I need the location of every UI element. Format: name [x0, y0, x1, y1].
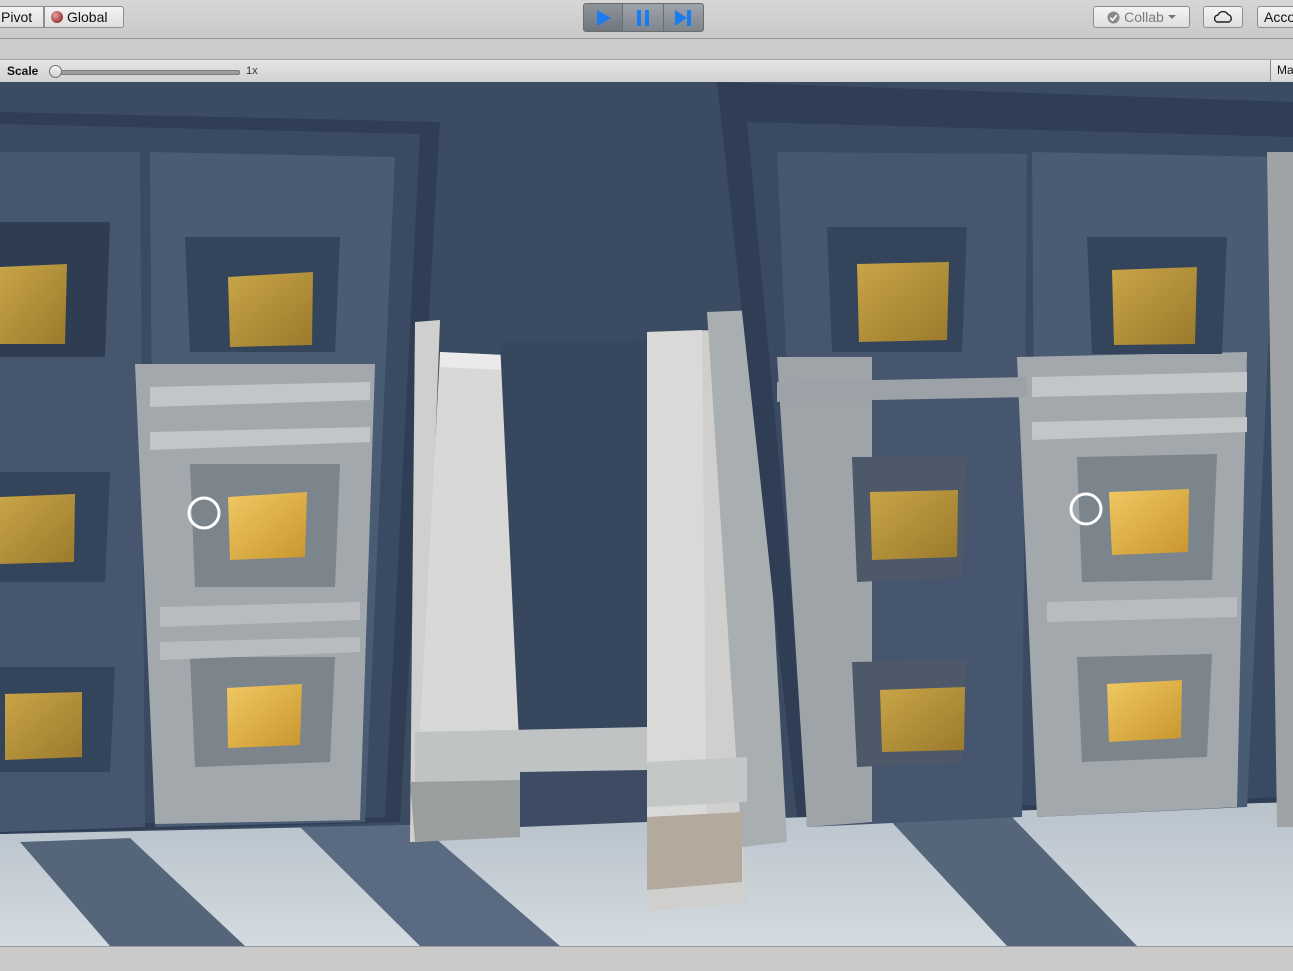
collab-dropdown[interactable]: Collab	[1093, 6, 1190, 28]
pivot-toggle-button[interactable]: Pivot	[0, 6, 44, 28]
play-button[interactable]	[583, 3, 623, 32]
collab-label: Collab	[1124, 9, 1164, 25]
pause-icon	[636, 9, 649, 26]
game-view[interactable]	[0, 82, 1293, 946]
chevron-down-icon	[1167, 15, 1176, 19]
left-eye-view	[0, 82, 647, 946]
account-label: Acco	[1264, 9, 1293, 25]
account-dropdown[interactable]: Acco	[1257, 6, 1293, 28]
globe-icon	[51, 11, 63, 23]
step-button[interactable]	[663, 3, 704, 32]
play-icon	[597, 9, 611, 26]
right-eye-scene	[647, 82, 1293, 946]
scale-slider-track[interactable]	[54, 70, 240, 75]
scale-label: Scale	[7, 64, 39, 78]
check-circle-icon	[1107, 11, 1120, 23]
game-view-header: Scale 1x Ma	[0, 59, 1293, 83]
main-toolbar: Pivot Global Collab Acco	[0, 0, 1293, 39]
pause-button[interactable]	[623, 3, 664, 32]
maximize-label: Ma	[1277, 63, 1293, 77]
global-toggle-button[interactable]: Global	[44, 6, 124, 28]
maximize-on-play-button[interactable]: Ma	[1270, 60, 1293, 81]
right-eye-view	[647, 82, 1293, 946]
step-forward-icon	[675, 9, 692, 26]
cloud-button[interactable]	[1203, 6, 1243, 28]
scale-value: 1x	[246, 65, 258, 77]
global-label: Global	[67, 9, 108, 25]
playback-controls	[583, 3, 704, 32]
left-eye-scene	[0, 82, 647, 946]
cloud-icon	[1213, 10, 1232, 23]
tab-strip	[0, 39, 1293, 59]
pivot-label: Pivot	[1, 9, 33, 25]
scale-slider-thumb[interactable]	[49, 65, 62, 78]
status-bar	[0, 946, 1293, 971]
